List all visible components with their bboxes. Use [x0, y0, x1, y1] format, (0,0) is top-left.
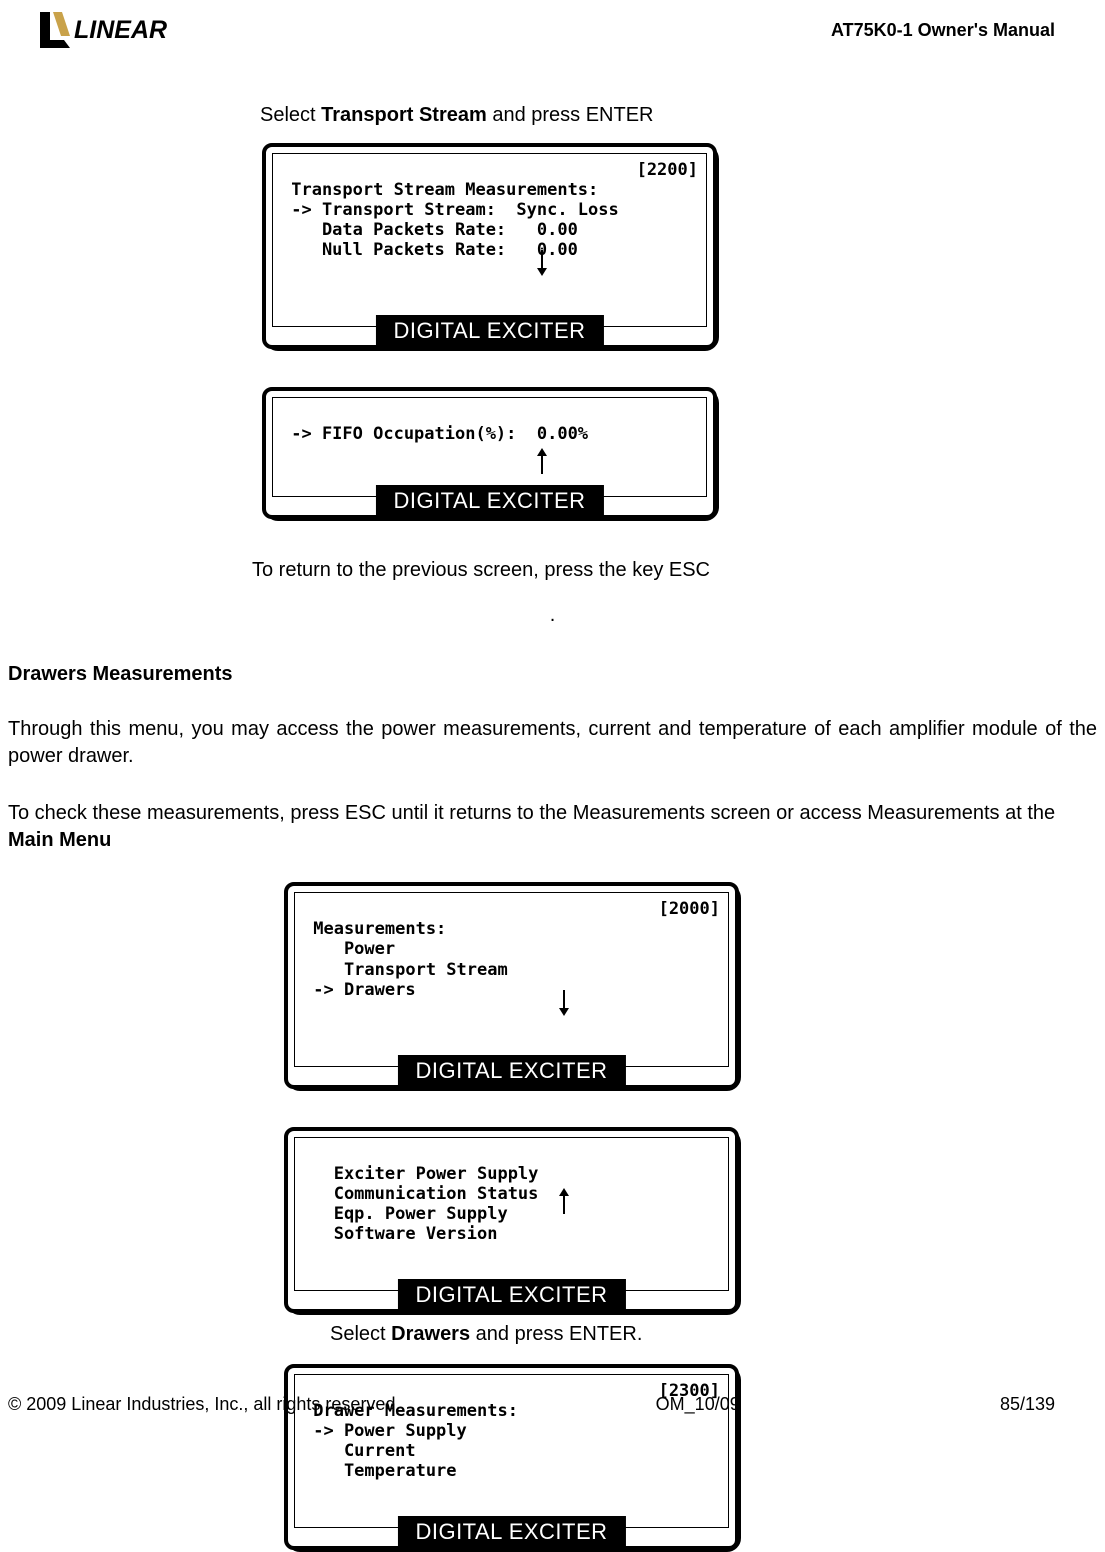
- lcd-text: Exciter Power Supply Communication Statu…: [303, 1164, 538, 1244]
- page-footer: © 2009 Linear Industries, Inc., all righ…: [0, 1394, 1105, 1415]
- page: LINEAR AT75K0-1 Owner's Manual Select Tr…: [0, 0, 1105, 1429]
- paragraph-check-measurements: To check these measurements, press ESC u…: [8, 800, 1097, 854]
- lcd-panel-fifo: -> FIFO Occupation(%): 0.00% DIGITAL EXC…: [264, 389, 719, 521]
- lcd-code: [2200]: [637, 160, 698, 180]
- footer-page-number: 85/139: [1000, 1394, 1055, 1415]
- footer-version: OM_10/09: [656, 1394, 740, 1415]
- section-heading-drawers: Drawers Measurements: [8, 663, 1105, 686]
- text-bold: Main Menu: [8, 829, 111, 851]
- page-header: LINEAR AT75K0-1 Owner's Manual: [0, 10, 1105, 50]
- lcd-badge: DIGITAL EXCITER: [397, 1055, 625, 1088]
- text: and press ENTER.: [470, 1323, 642, 1345]
- brand-logo: LINEAR: [38, 10, 167, 50]
- footer-copyright: © 2009 Linear Industries, Inc., all righ…: [8, 1394, 395, 1415]
- page-body: Select Transport Stream and press ENTER …: [0, 104, 1105, 1552]
- instruction-select-transport: Select Transport Stream and press ENTER: [260, 104, 1105, 127]
- lcd-panel-exciter-list: Exciter Power Supply Communication Statu…: [286, 1129, 741, 1315]
- instruction-return-esc: To return to the previous screen, press …: [252, 559, 1105, 582]
- lcd-code: [2000]: [659, 899, 720, 919]
- text: Select: [260, 104, 321, 126]
- text-period: .: [0, 604, 1105, 627]
- instruction-select-drawers: Select Drawers and press ENTER.: [330, 1323, 1105, 1346]
- text: To check these measurements, press ESC u…: [8, 802, 1055, 824]
- document-title: AT75K0-1 Owner's Manual: [831, 20, 1055, 41]
- brand-logo-icon: [38, 10, 72, 50]
- brand-logo-text: LINEAR: [74, 16, 167, 45]
- arrow-down-icon: [557, 944, 716, 1060]
- lcd-badge: DIGITAL EXCITER: [375, 315, 603, 348]
- text: and press ENTER: [487, 104, 654, 126]
- lcd-badge: DIGITAL EXCITER: [397, 1516, 625, 1549]
- paragraph-drawers-intro: Through this menu, you may access the po…: [8, 716, 1097, 770]
- arrow-up-icon: [557, 1144, 716, 1260]
- lcd-panel-transport-stream: Transport Stream Measurements: -> Transp…: [264, 145, 719, 351]
- text-bold: Transport Stream: [321, 104, 487, 126]
- arrow-down-icon: [535, 204, 694, 320]
- lcd-badge: DIGITAL EXCITER: [375, 485, 603, 518]
- lcd-panel-measurements: Measurements: Power Transport Stream -> …: [286, 884, 741, 1090]
- text: Select: [330, 1323, 391, 1345]
- lcd-badge: DIGITAL EXCITER: [397, 1279, 625, 1312]
- lcd-text: Measurements: Power Transport Stream -> …: [303, 919, 508, 999]
- text-bold: Drawers: [391, 1323, 470, 1345]
